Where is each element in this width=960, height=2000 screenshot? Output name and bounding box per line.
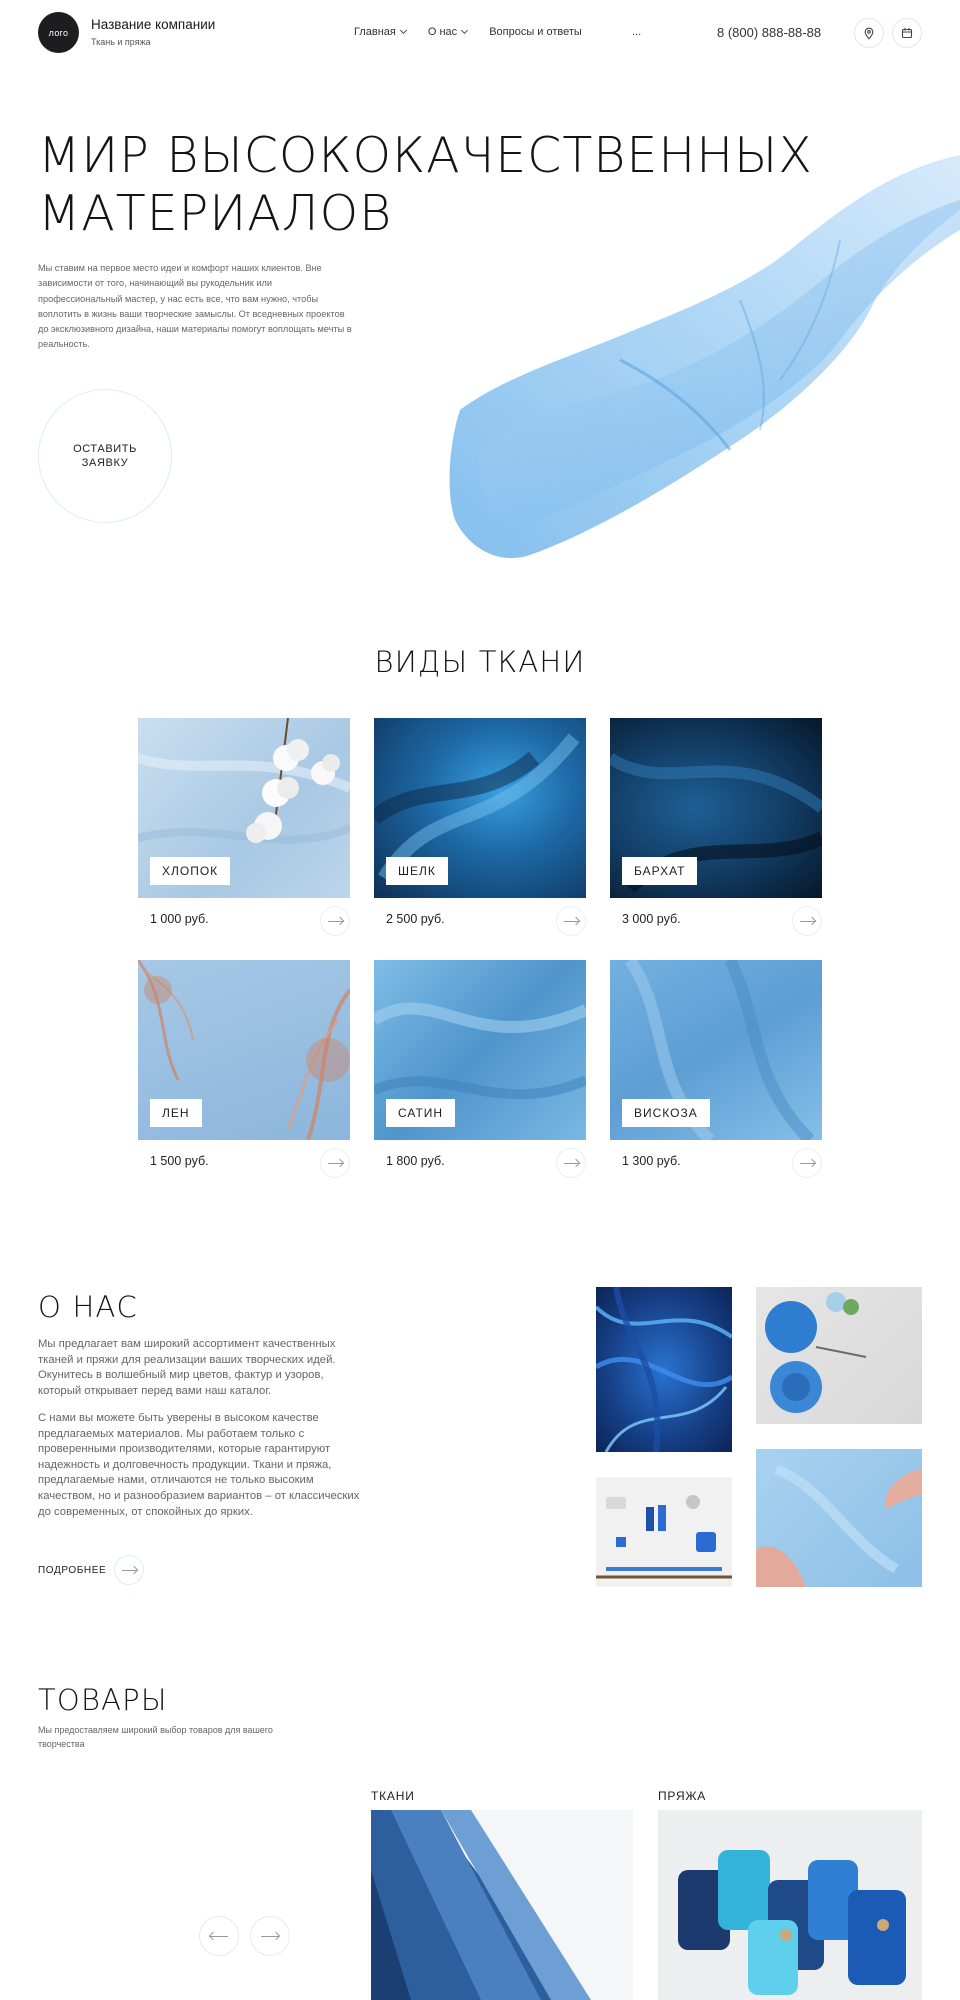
fabric-image: Сатин — [374, 960, 586, 1140]
fabric-card-viscose[interactable]: Вискоза 1 300 руб. — [610, 960, 822, 1178]
more-arrow-button — [114, 1555, 145, 1585]
fabric-arrow-button[interactable] — [320, 906, 350, 936]
category-fabrics-card[interactable] — [371, 1810, 633, 2000]
request-button-label: Оставить — [73, 443, 137, 455]
arrow-right-icon — [799, 1162, 815, 1164]
fabric-image: Шелк — [374, 718, 586, 898]
main-nav: Главная О нас Вопросы и ответы — [354, 26, 604, 38]
about-paragraph: Мы предлагает вам широкий ассортимент ка… — [38, 1338, 336, 1397]
site-header: лого Название компании Ткань и пряжа Гла… — [0, 0, 960, 66]
category-label: Ткани — [371, 1789, 415, 1803]
arrow-right-icon — [261, 1935, 279, 1937]
fabric-price: 2 500 руб. — [386, 912, 445, 926]
hero-title: Мир высококачественных материалов — [38, 127, 858, 243]
more-link[interactable]: Подробнее — [38, 1555, 145, 1585]
logo[interactable]: лого — [38, 12, 79, 53]
fabric-label: Сатин — [386, 1099, 456, 1127]
fabric-price: 1 000 руб. — [150, 912, 209, 926]
fabric-card-linen[interactable]: Лен 1 500 руб. — [138, 960, 350, 1178]
nav-item-label: Вопросы и ответы — [489, 26, 582, 38]
threads-photo — [596, 1287, 732, 1452]
arrow-right-icon — [327, 920, 343, 922]
fabric-image: Хлопок — [138, 718, 350, 898]
products-subtitle: Мы предоставляем широкий выбор товаров д… — [38, 1725, 273, 1749]
yarn-spools-image — [678, 1850, 906, 1995]
fabric-arrow-button[interactable] — [792, 1148, 822, 1178]
fabric-arrow-button[interactable] — [792, 906, 822, 936]
slider-prev-button[interactable] — [199, 1916, 239, 1956]
company-name: Название компании — [91, 17, 216, 32]
fabric-label: Шелк — [386, 857, 448, 885]
arrow-right-icon — [563, 920, 579, 922]
denim-fabric-image — [371, 1810, 591, 2000]
nav-item-faq[interactable]: Вопросы и ответы — [489, 26, 582, 38]
fabric-label: Бархат — [622, 857, 698, 885]
fabric-price: 1 300 руб. — [622, 1154, 681, 1168]
chevron-down-icon — [461, 26, 469, 35]
nav-item-home[interactable]: Главная — [354, 26, 407, 38]
request-button-label: заявку — [81, 457, 129, 469]
fabric-label: Вискоза — [622, 1099, 710, 1127]
chevron-down-icon — [399, 26, 407, 35]
fabric-card-silk[interactable]: Шелк 2 500 руб. — [374, 718, 586, 936]
fabric-price: 1 500 руб. — [150, 1154, 209, 1168]
hero-title-line: Мир высококачественных — [38, 127, 813, 184]
about-title: О нас — [38, 1290, 138, 1324]
phone-link[interactable]: 8 (800) 888-88-88 — [717, 25, 821, 40]
fabric-card-cotton[interactable]: Хлопок 1 000 руб. — [138, 718, 350, 936]
sewing-tools-photo — [596, 1477, 732, 1587]
calendar-icon — [901, 28, 913, 39]
hero-description: Мы ставим на первое место идеи и комфорт… — [38, 263, 352, 350]
arrow-right-icon — [799, 920, 815, 922]
category-yarn-card[interactable] — [658, 1810, 922, 2000]
nav-item-label: Главная — [354, 26, 396, 38]
hero-title-line: материалов — [38, 185, 393, 242]
fabric-label: Лен — [150, 1099, 202, 1127]
crochet-photo — [756, 1287, 922, 1424]
fabric-image: Вискоза — [610, 960, 822, 1140]
fabric-label: Хлопок — [150, 857, 231, 885]
fabric-price: 1 800 руб. — [386, 1154, 445, 1168]
fabric-image: Лен — [138, 960, 350, 1140]
fabric-image: Бархат — [610, 718, 822, 898]
arrow-left-icon — [210, 1935, 228, 1937]
nav-item-about[interactable]: О нас — [427, 26, 469, 38]
nav-item-label: О нас — [427, 26, 458, 38]
arrow-right-icon — [327, 1162, 343, 1164]
fabric-card-velvet[interactable]: Бархат 3 000 руб. — [610, 718, 822, 936]
fabric-hands-photo — [756, 1449, 922, 1587]
fabric-arrow-button[interactable] — [556, 1148, 586, 1178]
fabrics-title: Виды ткани — [374, 645, 586, 679]
map-pin-icon — [864, 27, 874, 39]
calendar-button[interactable] — [892, 18, 922, 48]
fabric-price: 3 000 руб. — [622, 912, 681, 926]
fabric-card-satin[interactable]: Сатин 1 800 руб. — [374, 960, 586, 1178]
products-title: Товары — [38, 1683, 168, 1717]
company-tagline: Ткань и пряжа — [91, 37, 151, 47]
category-label: Пряжа — [658, 1789, 707, 1803]
about-paragraph: С нами вы можете быть уверены в высоком … — [38, 1412, 360, 1518]
more-link-label: Подробнее — [38, 1564, 107, 1576]
nav-more-button[interactable]: ... — [632, 26, 641, 38]
map-pin-button[interactable] — [854, 18, 884, 48]
arrow-right-icon — [121, 1569, 137, 1571]
arrow-right-icon — [563, 1162, 579, 1164]
request-button[interactable]: Оставить заявку — [38, 389, 172, 523]
fabric-arrow-button[interactable] — [320, 1148, 350, 1178]
slider-next-button[interactable] — [250, 1916, 290, 1956]
fabric-arrow-button[interactable] — [556, 906, 586, 936]
